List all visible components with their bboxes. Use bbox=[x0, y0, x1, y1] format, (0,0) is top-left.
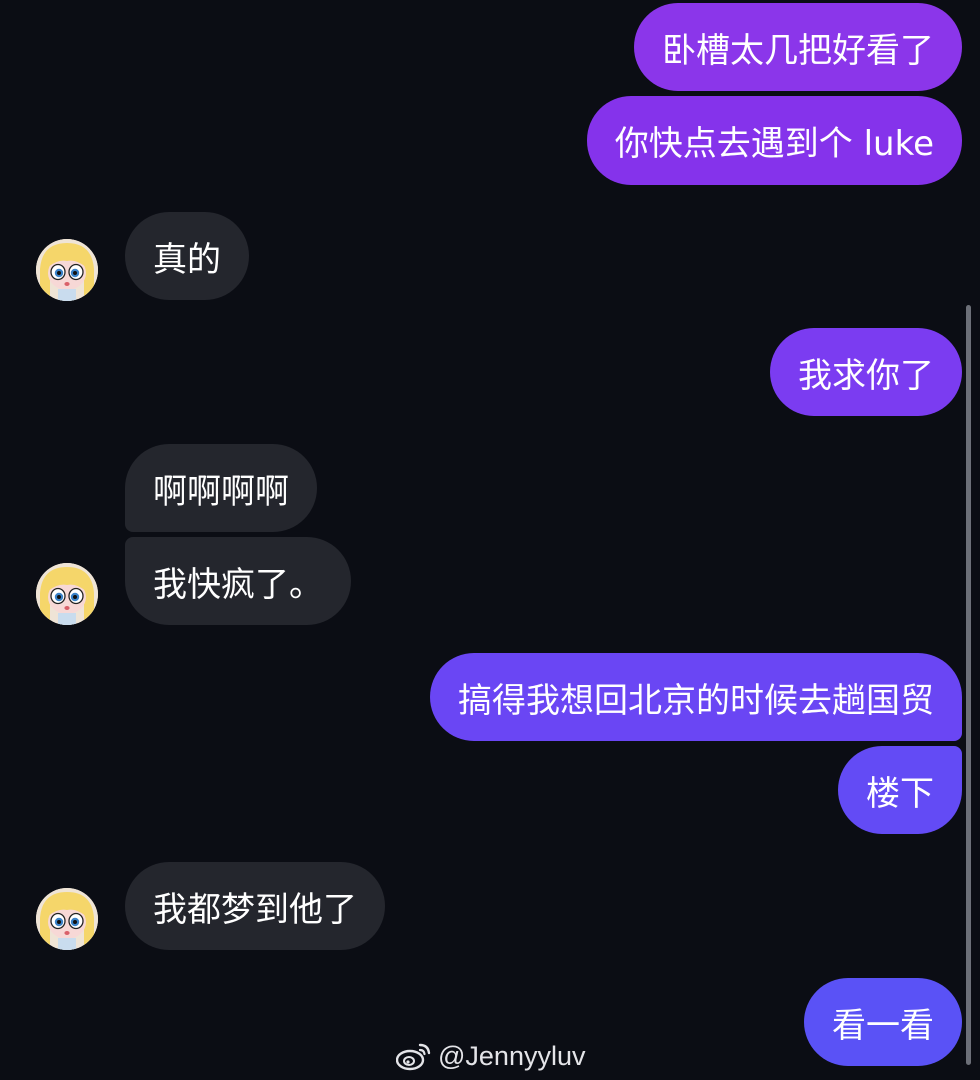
message-text: 卧槽太几把好看了 bbox=[662, 30, 934, 71]
message-bubble-outgoing[interactable]: 楼下 bbox=[838, 746, 962, 834]
message-bubble-incoming[interactable]: 我快疯了。 bbox=[125, 537, 351, 625]
message-bubble-outgoing[interactable]: 你快点去遇到个 luke bbox=[586, 96, 962, 185]
message-bubble-incoming[interactable]: 真的 bbox=[125, 212, 249, 300]
message-text: 真的 bbox=[153, 239, 221, 280]
message-bubble-incoming[interactable]: 啊啊啊啊 bbox=[125, 444, 317, 532]
message-text: 看一看 bbox=[832, 1005, 934, 1046]
message-bubble-outgoing[interactable]: 看一看 bbox=[804, 978, 962, 1066]
weibo-icon bbox=[396, 1043, 431, 1071]
message-bubble-outgoing[interactable]: 搞得我想回北京的时候去趟国贸 bbox=[430, 653, 962, 741]
message-text: 我求你了 bbox=[798, 355, 934, 396]
cartoon-girl-avatar-icon bbox=[36, 239, 98, 301]
message-bubble-outgoing[interactable]: 卧槽太几把好看了 bbox=[634, 3, 962, 91]
message-bubble-incoming[interactable]: 我都梦到他了 bbox=[125, 862, 385, 950]
message-text: 你快点去遇到个 luke bbox=[614, 124, 934, 164]
cartoon-girl-avatar-icon bbox=[36, 888, 98, 950]
watermark-text: @Jennyyluv bbox=[438, 1040, 586, 1071]
cartoon-girl-avatar-icon bbox=[36, 563, 98, 625]
message-text: 我快疯了。 bbox=[153, 564, 323, 605]
chat-screen: 卧槽太几把好看了 你快点去遇到个 luke 真的 我求你了 啊啊啊啊 我快疯了。… bbox=[0, 0, 980, 1080]
watermark: @Jennyyluv bbox=[396, 1036, 585, 1076]
message-text: 搞得我想回北京的时候去趟国贸 bbox=[458, 680, 934, 721]
message-text: 我都梦到他了 bbox=[153, 889, 357, 930]
message-text: 楼下 bbox=[866, 773, 934, 814]
message-text: 啊啊啊啊 bbox=[153, 471, 289, 512]
avatar[interactable] bbox=[36, 239, 98, 301]
avatar[interactable] bbox=[36, 563, 98, 625]
message-bubble-outgoing[interactable]: 我求你了 bbox=[770, 328, 962, 416]
avatar[interactable] bbox=[36, 888, 98, 950]
scrollbar[interactable] bbox=[966, 305, 971, 1065]
